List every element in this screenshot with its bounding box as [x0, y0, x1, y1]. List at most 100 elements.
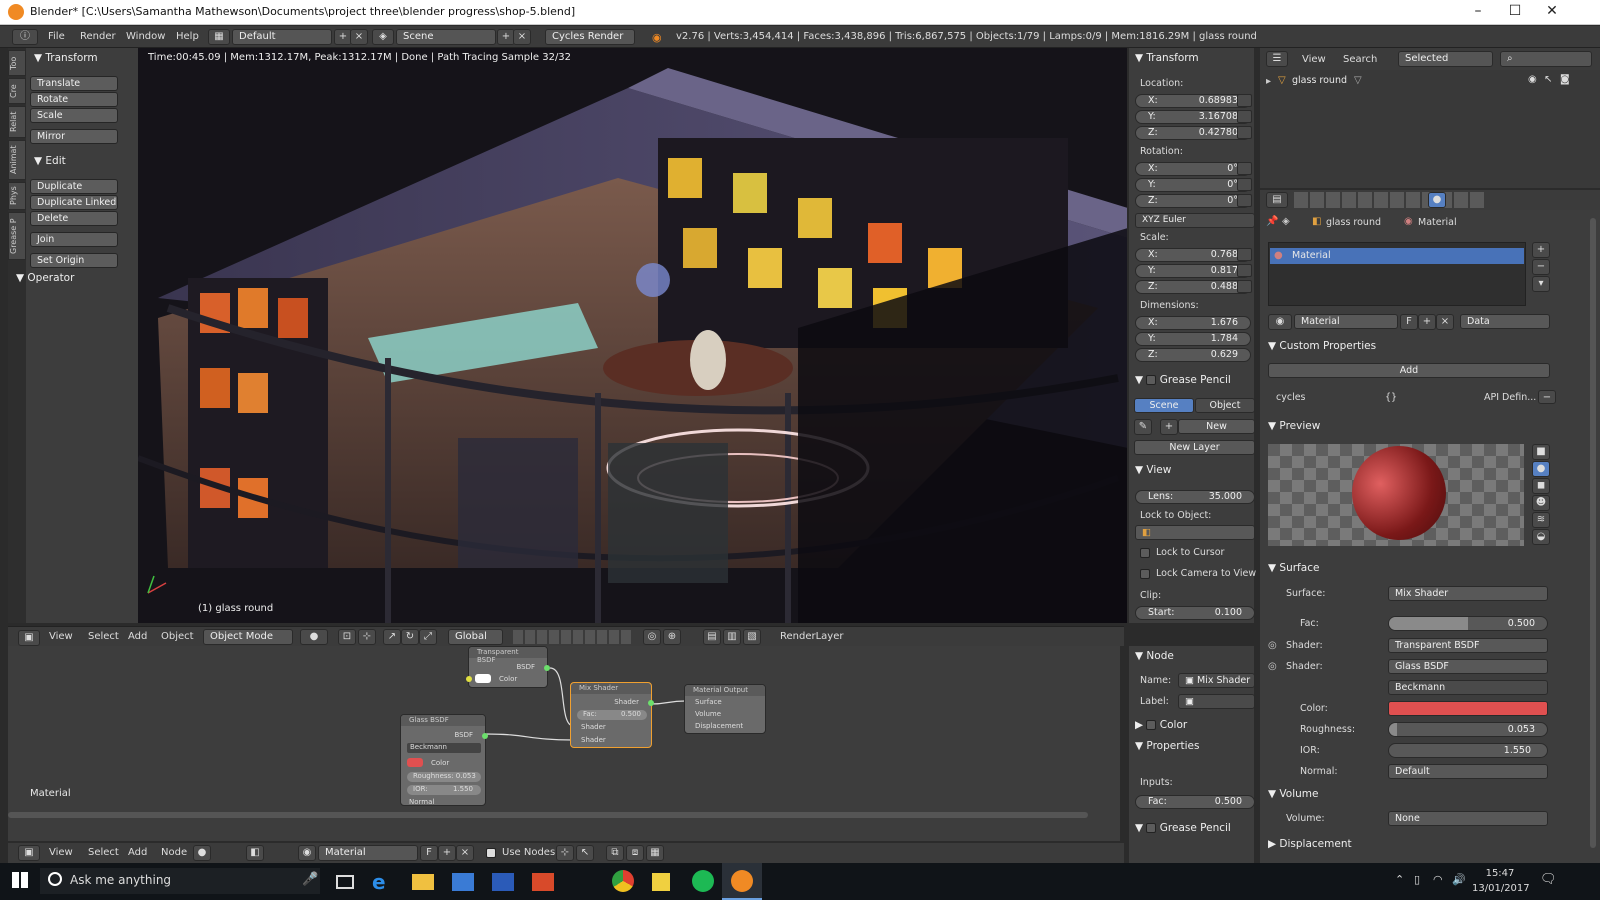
- microphone-icon[interactable]: 🎤: [302, 872, 318, 887]
- scene-icon[interactable]: ◈: [372, 29, 394, 45]
- node-material-select[interactable]: Material: [318, 845, 418, 861]
- search-placeholder[interactable]: Ask me anything: [70, 873, 171, 887]
- render-engine-select[interactable]: Cycles Render: [545, 29, 635, 45]
- remove-property-icon[interactable]: −: [1538, 390, 1556, 404]
- clip-start-field[interactable]: Start: 0.100: [1135, 606, 1255, 620]
- render-layer-icon[interactable]: ▧: [743, 629, 761, 645]
- rotate-button[interactable]: Rotate: [30, 92, 118, 107]
- file-explorer-icon[interactable]: [412, 874, 434, 890]
- glass-output-socket[interactable]: [482, 733, 488, 739]
- editor-type-icon[interactable]: ▣: [18, 630, 40, 646]
- volume-header[interactable]: ▼ Volume: [1268, 788, 1318, 800]
- material-name-field[interactable]: Material: [1294, 314, 1398, 329]
- lock-camera-checkbox[interactable]: [1140, 569, 1150, 579]
- gp-pencil-icon[interactable]: ✎: [1134, 419, 1152, 435]
- mix-output-socket[interactable]: [648, 700, 654, 706]
- lock-to-cursor-checkbox[interactable]: [1140, 548, 1150, 558]
- slot-menu-icon[interactable]: ▾: [1532, 276, 1550, 292]
- bsdf-output-socket[interactable]: [544, 665, 550, 671]
- node-menu-select[interactable]: Select: [88, 847, 119, 858]
- distribution-select[interactable]: Beckmann: [1388, 680, 1548, 695]
- grease-pencil-header[interactable]: ▼ Grease Pencil: [1135, 374, 1231, 386]
- rotation-y-field[interactable]: Y: 0°: [1135, 178, 1251, 192]
- wifi-icon[interactable]: ◠: [1433, 873, 1443, 886]
- gp-object-button[interactable]: Object: [1195, 398, 1255, 413]
- shader-nodes-icon[interactable]: ●: [193, 845, 211, 861]
- pin-icon[interactable]: 📌: [1266, 216, 1278, 227]
- add-property-button[interactable]: Add: [1268, 363, 1550, 378]
- mirror-button[interactable]: Mirror: [30, 129, 118, 144]
- pivot-icon[interactable]: ⊡: [338, 629, 356, 645]
- lock-scale-y-icon[interactable]: [1237, 264, 1252, 277]
- lock-scale-z-icon[interactable]: [1237, 280, 1252, 293]
- gp-new-button[interactable]: New: [1178, 419, 1255, 434]
- shader1-socket-icon[interactable]: ◎: [1268, 640, 1277, 651]
- glass-roughness-field[interactable]: Roughness: 0.053: [407, 772, 481, 782]
- dimensions-x-field[interactable]: X: 1.676: [1135, 316, 1251, 330]
- visibility-eye-icon[interactable]: ◉: [1528, 74, 1537, 85]
- material-slot-item[interactable]: Material: [1270, 248, 1524, 264]
- viewport-shading-icon[interactable]: ●: [300, 629, 328, 645]
- store-icon[interactable]: [452, 873, 474, 891]
- use-nodes-label[interactable]: Use Nodes: [502, 847, 555, 858]
- outliner-menu-view[interactable]: View: [1302, 54, 1326, 65]
- node-editor[interactable]: Transparent BSDF BSDF Color Glass BSDF B…: [8, 646, 1120, 841]
- properties-type-icon[interactable]: ▤: [1266, 192, 1288, 208]
- material-browse-icon[interactable]: ◉: [298, 845, 316, 861]
- orientation-select[interactable]: Global: [448, 629, 503, 645]
- opengl-anim-icon[interactable]: ▥: [723, 629, 741, 645]
- translate-manipulator-icon[interactable]: ↗: [383, 629, 401, 645]
- spotify-icon[interactable]: [692, 870, 714, 892]
- scene-select[interactable]: Scene: [396, 29, 496, 45]
- edge-browser-icon[interactable]: e: [372, 870, 394, 894]
- node-material-remove-icon[interactable]: ×: [456, 845, 474, 861]
- mix-fac-field[interactable]: Fac: 0.500: [577, 710, 647, 720]
- tab-physics[interactable]: Phys: [8, 182, 26, 210]
- word-icon[interactable]: [492, 873, 514, 891]
- transform-panel-header[interactable]: ▼ Transform: [34, 52, 98, 64]
- translate-button[interactable]: Translate: [30, 76, 118, 91]
- menu-help[interactable]: Help: [176, 31, 199, 42]
- shader2-socket-icon[interactable]: ◎: [1268, 661, 1277, 672]
- dimensions-z-field[interactable]: Z: 0.629: [1135, 348, 1251, 362]
- custom-props-header[interactable]: ▼ Custom Properties: [1268, 340, 1376, 352]
- node-backdrop-icon[interactable]: ▦: [646, 845, 664, 861]
- close-button[interactable]: ✕: [1537, 3, 1567, 19]
- color-swatch[interactable]: [1388, 701, 1548, 716]
- fake-user-button[interactable]: F: [1400, 314, 1418, 330]
- lens-field[interactable]: Lens: 35.000: [1135, 490, 1255, 504]
- outliner-search-input[interactable]: ⌕: [1500, 51, 1592, 67]
- horizontal-scrollbar[interactable]: [8, 812, 1088, 818]
- properties-context-tabs[interactable]: [1294, 192, 1484, 208]
- node-menu-add[interactable]: Add: [128, 847, 147, 858]
- node-paste-icon[interactable]: ⧈: [626, 845, 644, 861]
- shader1-select[interactable]: Transparent BSDF: [1388, 638, 1548, 653]
- opengl-render-icon[interactable]: ▤: [703, 629, 721, 645]
- edit-panel-header[interactable]: ▼ Edit: [34, 155, 66, 167]
- outliner-item-glass-round[interactable]: glass round: [1292, 75, 1347, 86]
- outliner-menu-search[interactable]: Search: [1343, 54, 1377, 65]
- task-view-icon[interactable]: [336, 875, 354, 889]
- sticky-notes-icon[interactable]: [652, 873, 670, 891]
- location-y-field[interactable]: Y: 3.16708: [1135, 110, 1251, 124]
- tab-create[interactable]: Cre: [8, 78, 26, 104]
- glass-ior-field[interactable]: IOR: 1.550: [407, 785, 481, 795]
- location-x-field[interactable]: X: 0.68983: [1135, 94, 1251, 108]
- layout-remove-icon[interactable]: ×: [350, 29, 368, 45]
- menu-render[interactable]: Render: [80, 31, 116, 42]
- normal-select[interactable]: Default: [1388, 764, 1548, 779]
- ior-field[interactable]: 1.550: [1388, 743, 1548, 758]
- scale-button[interactable]: Scale: [30, 108, 118, 123]
- material-link-select[interactable]: Data: [1460, 314, 1550, 329]
- roughness-slider[interactable]: 0.053: [1388, 722, 1548, 737]
- outliner-filter-select[interactable]: Selected: [1398, 51, 1493, 67]
- preview-sphere-icon[interactable]: ●: [1532, 461, 1550, 477]
- lock-scale-x-icon[interactable]: [1237, 248, 1252, 261]
- displacement-header[interactable]: ▶ Displacement: [1268, 838, 1352, 850]
- lock-location-y-icon[interactable]: [1237, 110, 1252, 123]
- preview-cube-icon[interactable]: ◼: [1532, 478, 1550, 494]
- lock-rotation-y-icon[interactable]: [1237, 178, 1252, 191]
- lock-location-x-icon[interactable]: [1237, 94, 1252, 107]
- node-fake-user-button[interactable]: F: [420, 845, 438, 861]
- preview-header[interactable]: ▼ Preview: [1268, 420, 1320, 432]
